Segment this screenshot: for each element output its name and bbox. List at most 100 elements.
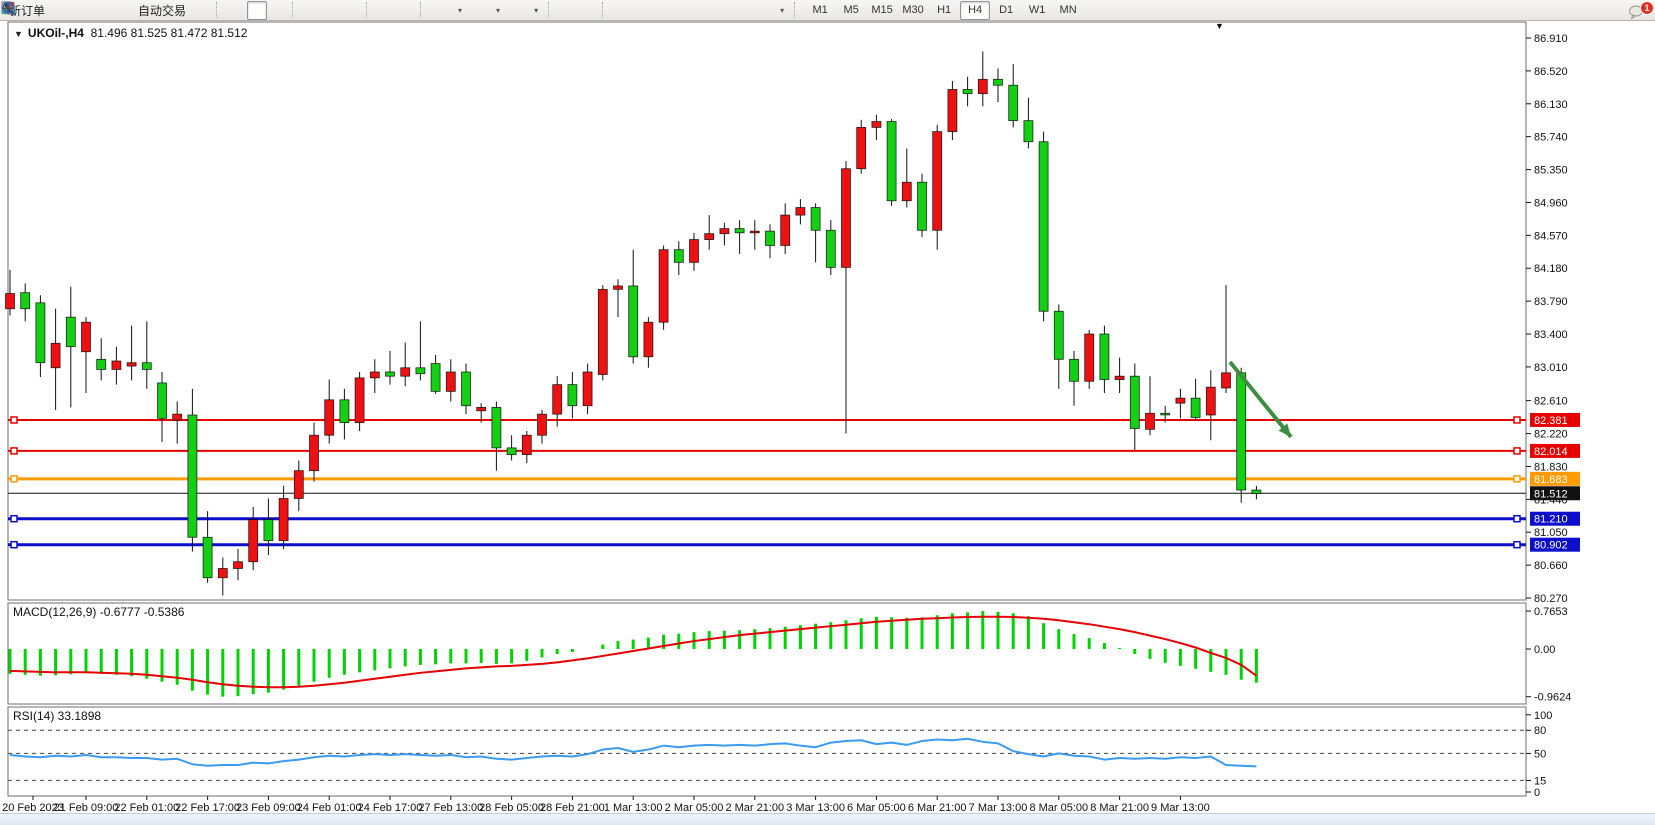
price-tick-label: 84.570 xyxy=(1534,230,1568,242)
monitor-icon[interactable] xyxy=(72,2,90,19)
search-icon[interactable] xyxy=(1609,2,1627,19)
auto-trading-button[interactable]: 自动交易 xyxy=(112,0,191,20)
candle xyxy=(1146,413,1155,429)
candle xyxy=(1070,359,1079,381)
collapse-triangle-icon[interactable]: ▼ xyxy=(14,29,23,39)
candle xyxy=(51,343,60,367)
price-badge-value: 81.683 xyxy=(1534,474,1568,486)
zoom-out-icon[interactable] xyxy=(323,2,341,19)
line-handle[interactable] xyxy=(11,516,17,522)
candle xyxy=(796,208,805,216)
scroll-position-marker[interactable]: ▼ xyxy=(1215,21,1224,31)
candle xyxy=(659,250,668,323)
candle xyxy=(340,400,349,423)
line-handle[interactable] xyxy=(1514,476,1520,482)
line-handle[interactable] xyxy=(11,417,17,423)
price-badge-value: 81.210 xyxy=(1534,514,1568,526)
chart-symbol-header[interactable]: ▼UKOil-,H4 81.496 81.525 81.472 81.512 xyxy=(14,26,247,40)
toolbar-separator xyxy=(292,2,298,18)
line-handle[interactable] xyxy=(1514,516,1520,522)
candle xyxy=(1130,376,1139,428)
toolbar-separator xyxy=(794,2,800,18)
candle xyxy=(1222,373,1231,388)
candle xyxy=(462,372,471,406)
notifications-button[interactable]: 1 xyxy=(1627,2,1651,19)
candle xyxy=(644,322,653,357)
chevron-down-icon: ▾ xyxy=(534,6,538,15)
candle xyxy=(1206,387,1215,415)
line-chart-icon[interactable] xyxy=(269,2,287,19)
timeframe-button-M5[interactable]: M5 xyxy=(836,1,866,20)
candle xyxy=(705,234,714,240)
candle xyxy=(1024,121,1033,142)
text-label-icon[interactable]: T xyxy=(733,2,751,19)
fibonacci-icon[interactable]: F xyxy=(693,2,711,19)
candle xyxy=(948,89,957,131)
line-handle[interactable] xyxy=(1514,417,1520,423)
auto-scroll-icon[interactable] xyxy=(377,2,395,19)
timeframe-button-D1[interactable]: D1 xyxy=(991,1,1021,20)
price-tick-label: 80.270 xyxy=(1534,593,1568,605)
time-axis: 20 Feb 202321 Feb 09:0022 Feb 01:0022 Fe… xyxy=(2,796,1210,814)
trendline-icon[interactable] xyxy=(653,2,671,19)
broadcast-icon[interactable] xyxy=(92,2,110,19)
tile-windows-icon[interactable] xyxy=(343,2,361,19)
ohlc-readout: 81.496 81.525 81.472 81.512 xyxy=(91,26,248,40)
candle xyxy=(690,240,699,263)
price-tick-label: 86.910 xyxy=(1534,33,1568,45)
price-tick-label: 80.660 xyxy=(1534,560,1568,572)
line-handle[interactable] xyxy=(1514,448,1520,454)
line-handle[interactable] xyxy=(11,448,17,454)
diamond-icon[interactable] xyxy=(52,2,70,19)
timeframe-button-MN[interactable]: MN xyxy=(1053,1,1083,20)
bar-chart-icon[interactable] xyxy=(227,2,245,19)
candle xyxy=(720,229,729,234)
line-handle[interactable] xyxy=(11,476,17,482)
notification-badge: 1 xyxy=(1640,1,1654,15)
price-badge-value: 81.512 xyxy=(1534,488,1568,500)
timeframe-toolbar: M1M5M15M30H1H4D1W1MN xyxy=(805,1,1083,20)
horizontal-scrollbar[interactable] xyxy=(0,813,1655,825)
period-button[interactable]: ▾ xyxy=(469,0,505,20)
candle xyxy=(750,231,759,233)
candle xyxy=(325,400,334,435)
template-button[interactable]: ▾ xyxy=(507,0,543,20)
candle xyxy=(1176,398,1185,403)
timeframe-button-W1[interactable]: W1 xyxy=(1022,1,1052,20)
line-handle[interactable] xyxy=(1514,542,1520,548)
candle xyxy=(370,372,379,378)
chevron-down-icon: ▾ xyxy=(496,6,500,15)
candle xyxy=(1054,311,1063,359)
timeframe-button-H1[interactable]: H1 xyxy=(929,1,959,20)
timeframe-button-M15[interactable]: M15 xyxy=(867,1,897,20)
timeframe-button-M1[interactable]: M1 xyxy=(805,1,835,20)
candle xyxy=(1237,373,1246,490)
price-badge-value: 80.902 xyxy=(1534,540,1568,552)
channel-icon[interactable]: E xyxy=(673,2,691,19)
add-indicator-button[interactable]: ▾ xyxy=(431,0,467,20)
line-handle[interactable] xyxy=(11,542,17,548)
layers-icon[interactable] xyxy=(193,2,211,19)
main-pane-frame xyxy=(8,22,1526,600)
price-tick-label: 86.130 xyxy=(1534,99,1568,111)
toolbar-separator xyxy=(602,2,608,18)
timeframe-button-H4[interactable]: H4 xyxy=(960,1,990,20)
horizontal-line-icon[interactable] xyxy=(633,2,651,19)
toolbar-separator xyxy=(548,2,554,18)
vertical-line-icon[interactable] xyxy=(613,2,631,19)
cursor-icon[interactable] xyxy=(559,2,577,19)
candle xyxy=(416,368,425,374)
crosshair-icon[interactable] xyxy=(579,2,597,19)
zoom-in-icon[interactable] xyxy=(303,2,321,19)
candlestick-chart-icon[interactable] xyxy=(247,1,267,20)
candle xyxy=(82,322,91,352)
text-icon[interactable]: A xyxy=(713,2,731,19)
arrows-button[interactable]: ▾ xyxy=(753,0,789,20)
timeframe-button-M30[interactable]: M30 xyxy=(898,1,928,20)
candle xyxy=(112,361,121,369)
rsi-tick-label: 100 xyxy=(1534,710,1552,722)
chart-canvas[interactable]: 86.91086.52086.13085.74085.35084.96084.5… xyxy=(0,0,1655,824)
candle xyxy=(568,385,577,406)
chart-shift-icon[interactable] xyxy=(397,2,415,19)
price-tick-label: 83.790 xyxy=(1534,296,1568,308)
